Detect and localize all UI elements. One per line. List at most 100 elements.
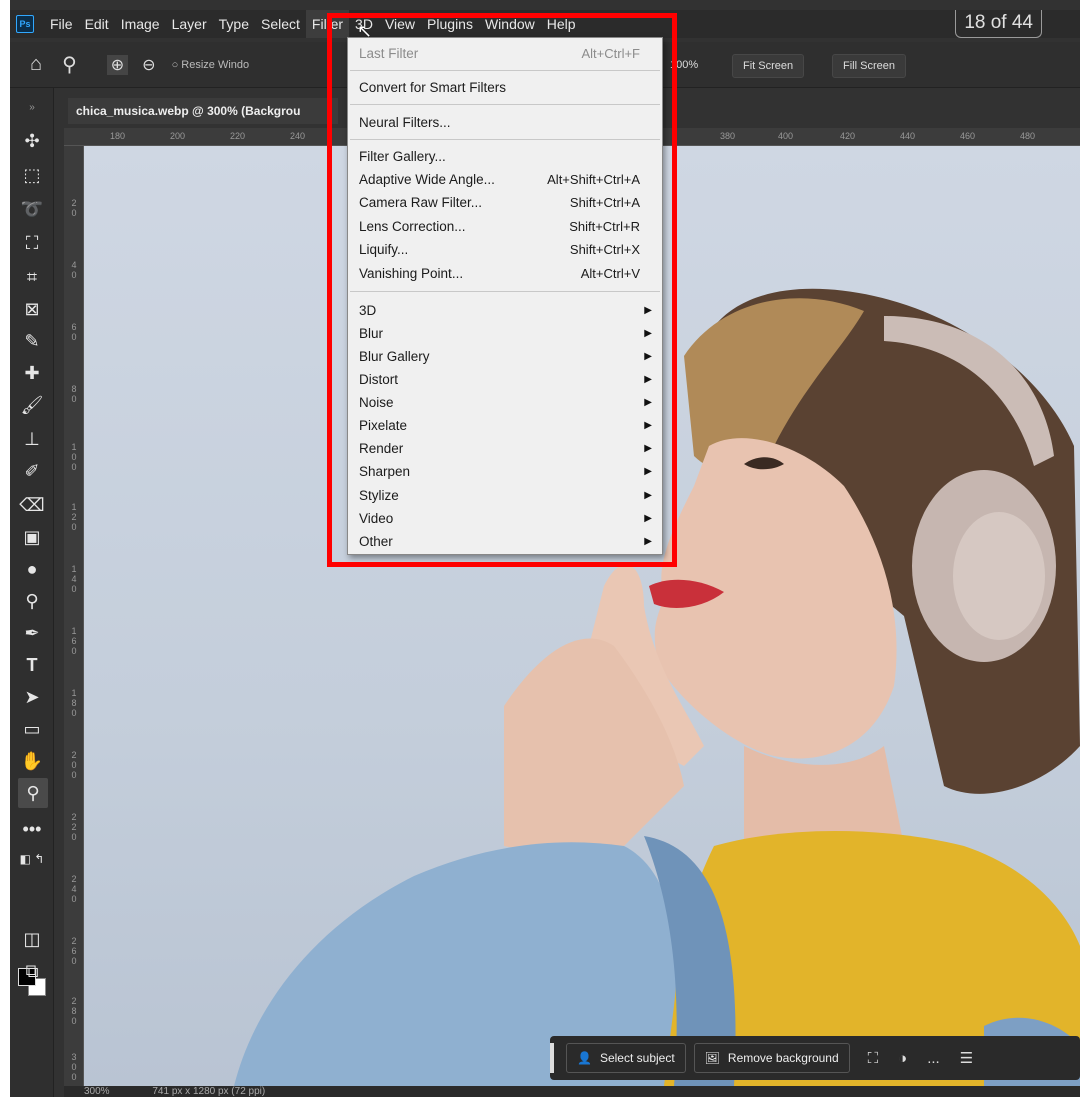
marquee-tool-icon[interactable]: ⬚ — [10, 160, 54, 190]
menu-item-liquify[interactable]: Liquify... Shift+Ctrl+X — [348, 238, 662, 262]
resize-windows-label: Resize Windo — [181, 58, 250, 71]
taskbar-grip-handle[interactable] — [550, 1043, 554, 1073]
menu-plugins[interactable]: Plugins — [421, 10, 479, 38]
zoom-out-icon[interactable]: ⊖ — [142, 55, 155, 75]
settings-sliders-icon[interactable]: ☰ — [960, 1049, 973, 1067]
transform-icon[interactable]: ⛶ — [868, 1050, 879, 1067]
menu-separator — [350, 104, 660, 105]
more-tools-icon[interactable]: ••• — [10, 814, 54, 844]
menu-item-other[interactable]: Other ▶ — [348, 530, 662, 554]
screen-mode-icon[interactable]: ⧉ — [10, 956, 54, 986]
blur-tool-icon[interactable]: ● — [10, 554, 54, 584]
ruler-tick: 1 0 0 — [71, 442, 77, 472]
more-options-icon[interactable]: ... — [927, 1050, 940, 1067]
home-icon[interactable]: ⌂ — [30, 53, 42, 76]
ruler-tick: 1 8 0 — [71, 688, 77, 718]
ruler-tick: 2 8 0 — [71, 996, 77, 1026]
submenu-label: Distort — [359, 372, 399, 387]
menu-item-stylize[interactable]: Stylize ▶ — [348, 484, 662, 508]
submenu-arrow-icon: ▶ — [644, 351, 652, 362]
healing-brush-tool-icon[interactable]: ✚ — [10, 358, 54, 388]
menu-item-distort[interactable]: Distort ▶ — [348, 368, 662, 392]
menu-item-render[interactable]: Render ▶ — [348, 437, 662, 461]
eraser-tool-icon[interactable]: ⌫ — [10, 490, 54, 520]
submenu-label: Pixelate — [359, 418, 408, 433]
zoom-tool-icon[interactable]: ⚲ — [62, 52, 77, 77]
menu-item-filter-gallery[interactable]: Filter Gallery... — [348, 145, 662, 169]
crop-tool-icon[interactable]: ⌗ — [10, 262, 54, 292]
ruler-tick: 2 6 0 — [71, 936, 77, 966]
dodge-tool-icon[interactable]: ⚲ — [10, 586, 54, 616]
move-tool-icon[interactable]: ✣ — [10, 126, 54, 156]
menu-item-last-filter[interactable]: Last Filter Alt+Ctrl+F — [348, 42, 662, 66]
type-tool-icon[interactable]: T — [10, 650, 54, 680]
menu-help[interactable]: Help — [541, 10, 582, 38]
collapse-panel-icon[interactable]: » — [10, 92, 54, 122]
menu-type[interactable]: Type — [213, 10, 255, 38]
menu-file[interactable]: File — [44, 10, 79, 38]
zoom-100-button[interactable]: 100% — [660, 54, 708, 78]
clone-stamp-tool-icon[interactable]: ⊥ — [10, 424, 54, 454]
pen-tool-icon[interactable]: ✒ — [10, 618, 54, 648]
menu-item-noise[interactable]: Noise ▶ — [348, 391, 662, 415]
status-bar: 300% 741 px x 1280 px (72 ppi) — [64, 1086, 1080, 1097]
menu-item-adaptive-wide-angle[interactable]: Adaptive Wide Angle... Alt+Shift+Ctrl+A — [348, 168, 662, 192]
adjustment-icon[interactable]: ◑ — [898, 1050, 907, 1067]
menu-item-blur[interactable]: Blur ▶ — [348, 322, 662, 346]
resize-windows-checkbox[interactable]: ○ Resize Windo — [172, 59, 250, 71]
menu-separator — [350, 291, 660, 292]
object-selection-tool-icon[interactable]: ⛶ — [10, 228, 54, 258]
submenu-arrow-icon: ▶ — [644, 420, 652, 431]
fill-screen-button[interactable]: Fill Screen — [832, 54, 906, 78]
gradient-tool-icon[interactable]: ▣ — [10, 522, 54, 552]
ruler-tick: 2 0 0 — [71, 750, 77, 780]
submenu-arrow-icon: ▶ — [644, 328, 652, 339]
submenu-arrow-icon: ▶ — [644, 490, 652, 501]
menu-item-neural-filters[interactable]: Neural Filters... — [348, 111, 662, 135]
swap-colors-icon[interactable]: ◧ ↰ — [10, 844, 54, 874]
menu-item-convert-smart-filters[interactable]: Convert for Smart Filters — [348, 76, 662, 100]
menu-item-blur-gallery[interactable]: Blur Gallery ▶ — [348, 345, 662, 369]
zoom-tool-icon[interactable]: ⚲ — [18, 778, 48, 808]
zoom-in-icon[interactable]: ⊕ — [106, 54, 129, 75]
menu-image[interactable]: Image — [115, 10, 166, 38]
history-brush-tool-icon[interactable]: ✐ — [10, 456, 54, 486]
mouse-cursor-icon: ↖ — [357, 21, 373, 41]
menu-item-lens-correction[interactable]: Lens Correction... Shift+Ctrl+R — [348, 215, 662, 239]
ruler-tick: 380 — [720, 131, 736, 141]
hand-tool-icon[interactable]: ✋ — [10, 746, 54, 776]
last-filter-shortcut: Alt+Ctrl+F — [581, 46, 640, 61]
select-subject-button[interactable]: 👤 Select subject — [566, 1043, 686, 1073]
menu-edit[interactable]: Edit — [79, 10, 115, 38]
remove-background-button[interactable]: 🖼 Remove background — [693, 1043, 850, 1073]
menu-item-camera-raw-filter[interactable]: Camera Raw Filter... Shift+Ctrl+A — [348, 191, 662, 215]
rectangle-tool-icon[interactable]: ▭ — [10, 714, 54, 744]
lasso-tool-icon[interactable]: ➰ — [10, 194, 54, 224]
quick-mask-icon[interactable]: ◫ — [10, 924, 54, 954]
eyedropper-tool-icon[interactable]: ✎ — [10, 326, 54, 356]
menu-bar: Ps File Edit Image Layer Type Select Fil… — [10, 10, 1080, 38]
ruler-tick: 2 0 — [71, 198, 77, 218]
photoshop-logo-icon: Ps — [16, 15, 34, 33]
menu-item-sharpen[interactable]: Sharpen ▶ — [348, 460, 662, 484]
ruler-tick: 200 — [170, 131, 186, 141]
path-selection-tool-icon[interactable]: ➤ — [10, 682, 54, 712]
select-subject-label: Select subject — [599, 1051, 675, 1065]
person-icon: 👤 — [577, 1051, 592, 1065]
menu-item-video[interactable]: Video ▶ — [348, 507, 662, 531]
brush-tool-icon[interactable]: 🖌 — [10, 390, 54, 420]
fit-screen-button[interactable]: Fit Screen — [732, 54, 805, 78]
menu-item-3d[interactable]: 3D ▶ — [348, 299, 662, 323]
zoom-readout[interactable]: 300% — [84, 1086, 110, 1097]
menu-view[interactable]: View — [379, 10, 421, 38]
submenu-arrow-icon: ▶ — [644, 305, 652, 316]
menu-select[interactable]: Select — [255, 10, 306, 38]
menu-item-vanishing-point[interactable]: Vanishing Point... Alt+Ctrl+V — [348, 262, 662, 286]
menu-layer[interactable]: Layer — [166, 10, 213, 38]
submenu-label: Stylize — [359, 488, 399, 503]
menu-filter[interactable]: Filter — [305, 10, 350, 38]
frame-tool-icon[interactable]: ⊠ — [10, 294, 54, 324]
document-tab[interactable]: chica_musica.webp @ 300% (Backgrou — [68, 98, 338, 124]
menu-item-pixelate[interactable]: Pixelate ▶ — [348, 414, 662, 438]
menu-window[interactable]: Window — [479, 10, 541, 38]
